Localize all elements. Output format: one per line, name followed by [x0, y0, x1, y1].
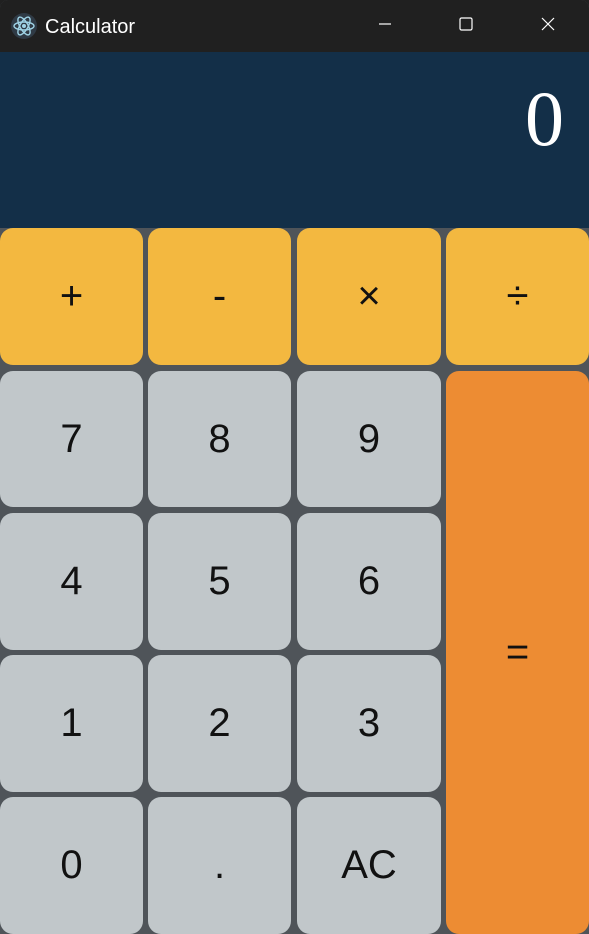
minimize-button[interactable] — [345, 0, 425, 52]
maximize-button[interactable] — [426, 0, 506, 52]
calculator-display: 0 — [0, 52, 589, 228]
window-title: Calculator — [45, 16, 136, 38]
digit-2-button[interactable]: 2 — [148, 655, 291, 792]
display-value: 0 — [525, 75, 564, 162]
multiply-button[interactable]: × — [297, 228, 441, 365]
digit-1-button[interactable]: 1 — [0, 655, 143, 792]
digit-6-button[interactable]: 6 — [297, 513, 441, 650]
title-bar[interactable]: Calculator — [0, 0, 589, 52]
subtract-button[interactable]: - — [148, 228, 291, 365]
digit-3-button[interactable]: 3 — [297, 655, 441, 792]
electron-atom-icon — [11, 13, 37, 39]
maximize-icon — [458, 16, 474, 37]
digit-9-button[interactable]: 9 — [297, 371, 441, 507]
digit-0-button[interactable]: 0 — [0, 797, 143, 934]
decimal-button[interactable]: . — [148, 797, 291, 934]
digit-4-button[interactable]: 4 — [0, 513, 143, 650]
add-button[interactable]: + — [0, 228, 143, 365]
digit-5-button[interactable]: 5 — [148, 513, 291, 650]
divide-button[interactable]: ÷ — [446, 228, 589, 365]
close-icon — [540, 16, 556, 37]
digit-7-button[interactable]: 7 — [0, 371, 143, 507]
digit-8-button[interactable]: 8 — [148, 371, 291, 507]
calculator-window: Calculator 0 + - × ÷ 7 8 9 4 5 6 1 2 3 0… — [0, 0, 589, 934]
minimize-icon — [377, 16, 393, 37]
clear-button[interactable]: AC — [297, 797, 441, 934]
close-button[interactable] — [508, 0, 588, 52]
equals-button[interactable]: = — [446, 371, 589, 934]
